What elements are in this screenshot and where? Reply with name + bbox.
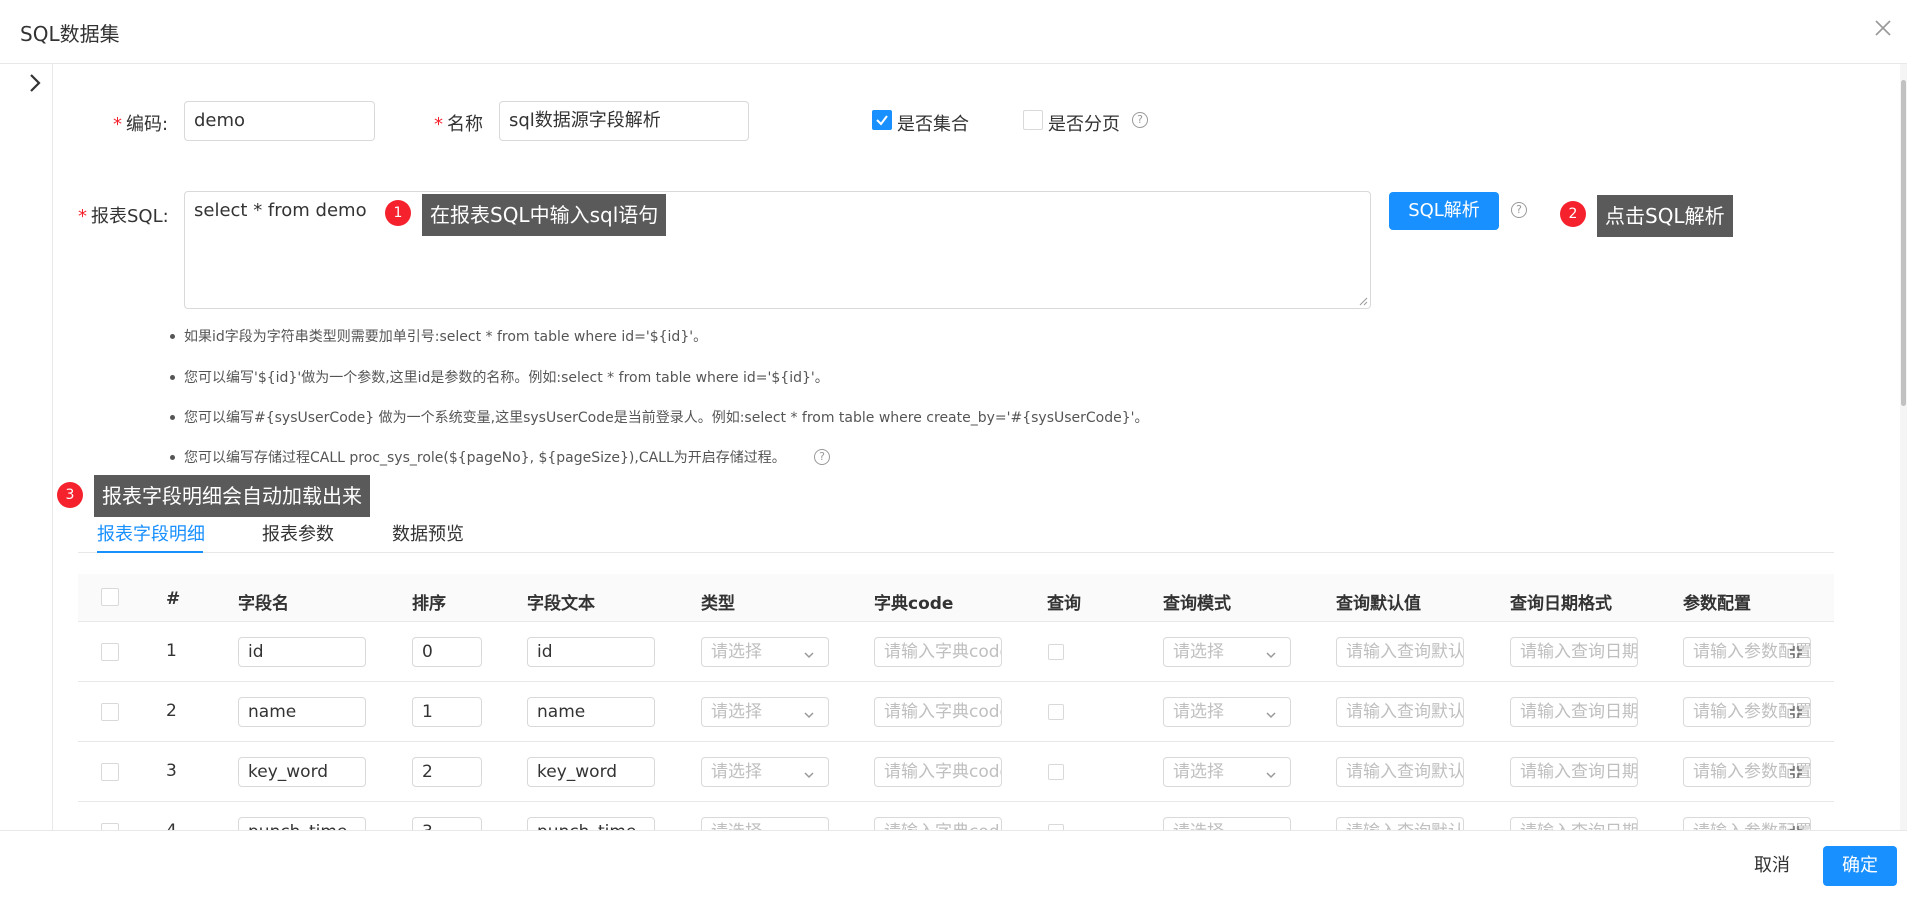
- order-input[interactable]: 1: [412, 697, 482, 727]
- is-page-checkbox[interactable]: [1023, 110, 1043, 130]
- hint-2: 您可以编写'${id}'做为一个参数,这里id是参数的名称。例如:select …: [170, 367, 829, 387]
- help-icon[interactable]: ?: [1511, 202, 1527, 218]
- query-default-input[interactable]: 请输入查询默认值: [1336, 697, 1464, 727]
- dialog-title: SQL数据集: [20, 22, 120, 46]
- chevron-right-icon[interactable]: [24, 72, 46, 94]
- row-index: 3: [166, 761, 177, 781]
- resize-handle-icon[interactable]: [1358, 296, 1368, 306]
- field-text-input[interactable]: key_word: [527, 757, 655, 787]
- annotation-tooltip-1: 在报表SQL中输入sql语句: [422, 194, 667, 236]
- tab-report-params[interactable]: 报表参数: [262, 520, 334, 546]
- hint-3: 您可以编写#{sysUserCode} 做为一个系统变量,这里sysUserCo…: [170, 407, 1149, 427]
- chevron-down-icon: [1265, 646, 1277, 659]
- row-index: 2: [166, 701, 177, 721]
- column-header-order: 排序: [412, 594, 446, 614]
- column-header-query-mode: 查询模式: [1163, 594, 1231, 614]
- chevron-down-icon: [803, 766, 815, 779]
- row-select-checkbox[interactable]: [101, 763, 119, 781]
- annotation-tooltip-2: 点击SQL解析: [1597, 195, 1733, 237]
- date-format-input[interactable]: 请输入查询日期格式: [1510, 697, 1638, 727]
- dict-code-input[interactable]: 请输入字典code: [874, 637, 1002, 667]
- annotation-tooltip-3: 报表字段明细会自动加载出来: [94, 475, 370, 517]
- row-select-checkbox[interactable]: [101, 703, 119, 721]
- field-name-input[interactable]: name: [238, 697, 366, 727]
- order-input[interactable]: 2: [412, 757, 482, 787]
- help-icon[interactable]: ?: [1132, 112, 1148, 128]
- help-icon[interactable]: ?: [814, 449, 830, 465]
- scrollbar-thumb[interactable]: [1901, 80, 1906, 406]
- tab-field-details[interactable]: 报表字段明细: [97, 520, 205, 546]
- code-input[interactable]: demo: [184, 101, 375, 141]
- column-header-field-name: 字段名: [238, 594, 289, 614]
- column-header-date-format: 查询日期格式: [1510, 594, 1612, 614]
- name-input[interactable]: sql数据源字段解析: [499, 101, 749, 141]
- chevron-down-icon: [803, 706, 815, 719]
- dialog-header: SQL数据集: [0, 0, 1907, 64]
- sql-label: * 报表SQL:: [78, 206, 169, 227]
- field-text-input[interactable]: name: [527, 697, 655, 727]
- tab-active-indicator: [97, 551, 203, 553]
- column-header-field-text: 字段文本: [527, 594, 595, 614]
- expand-icon[interactable]: [1789, 765, 1803, 779]
- column-header-query-default: 查询默认值: [1336, 594, 1421, 614]
- hint-4: 您可以编写存储过程CALL proc_sys_role(${pageNo}, $…: [170, 447, 786, 467]
- query-checkbox[interactable]: [1048, 644, 1064, 660]
- dict-code-input[interactable]: 请输入字典code: [874, 757, 1002, 787]
- column-header-type: 类型: [701, 594, 735, 614]
- close-icon[interactable]: [1873, 18, 1893, 38]
- select-all-checkbox[interactable]: [101, 588, 119, 606]
- row-index: 1: [166, 641, 177, 661]
- is-page-label: 是否分页: [1048, 114, 1120, 135]
- annotation-badge-3: 3: [57, 482, 83, 508]
- column-header-param-config: 参数配置: [1683, 594, 1751, 614]
- ok-button[interactable]: 确定: [1823, 846, 1897, 886]
- dialog-footer: [0, 830, 1907, 900]
- collapsed-sidebar: [0, 64, 53, 830]
- query-default-input[interactable]: 请输入查询默认值: [1336, 757, 1464, 787]
- column-header-query: 查询: [1047, 594, 1081, 614]
- field-name-input[interactable]: id: [238, 637, 366, 667]
- sql-parse-button[interactable]: SQL解析: [1389, 192, 1499, 230]
- chevron-down-icon: [1265, 706, 1277, 719]
- row-select-checkbox[interactable]: [101, 643, 119, 661]
- is-set-checkbox[interactable]: [872, 110, 892, 130]
- tab-data-preview[interactable]: 数据预览: [392, 520, 464, 546]
- field-text-input[interactable]: id: [527, 637, 655, 667]
- date-format-input[interactable]: 请输入查询日期格式: [1510, 637, 1638, 667]
- date-format-input[interactable]: 请输入查询日期格式: [1510, 757, 1638, 787]
- chevron-down-icon: [803, 646, 815, 659]
- annotation-badge-2: 2: [1560, 201, 1586, 227]
- name-label: * 名称: [434, 114, 483, 135]
- tab-divider: [78, 552, 1834, 553]
- column-header-index: #: [166, 589, 181, 609]
- hint-1: 如果id字段为字符串类型则需要加单引号:select * from table …: [169, 326, 707, 346]
- cancel-button[interactable]: 取消: [1740, 846, 1804, 886]
- annotation-badge-1: 1: [385, 200, 411, 226]
- expand-icon[interactable]: [1789, 705, 1803, 719]
- query-default-input[interactable]: 请输入查询默认值: [1336, 637, 1464, 667]
- expand-icon[interactable]: [1789, 645, 1803, 659]
- field-name-input[interactable]: key_word: [238, 757, 366, 787]
- chevron-down-icon: [1265, 766, 1277, 779]
- order-input[interactable]: 0: [412, 637, 482, 667]
- is-set-label: 是否集合: [897, 114, 969, 135]
- check-icon: [876, 115, 888, 126]
- query-checkbox[interactable]: [1048, 704, 1064, 720]
- query-checkbox[interactable]: [1048, 764, 1064, 780]
- code-label: * 编码:: [113, 114, 169, 135]
- column-header-dict-code: 字典code: [874, 594, 954, 614]
- sql-textarea[interactable]: select * from demo: [184, 191, 1371, 309]
- dict-code-input[interactable]: 请输入字典code: [874, 697, 1002, 727]
